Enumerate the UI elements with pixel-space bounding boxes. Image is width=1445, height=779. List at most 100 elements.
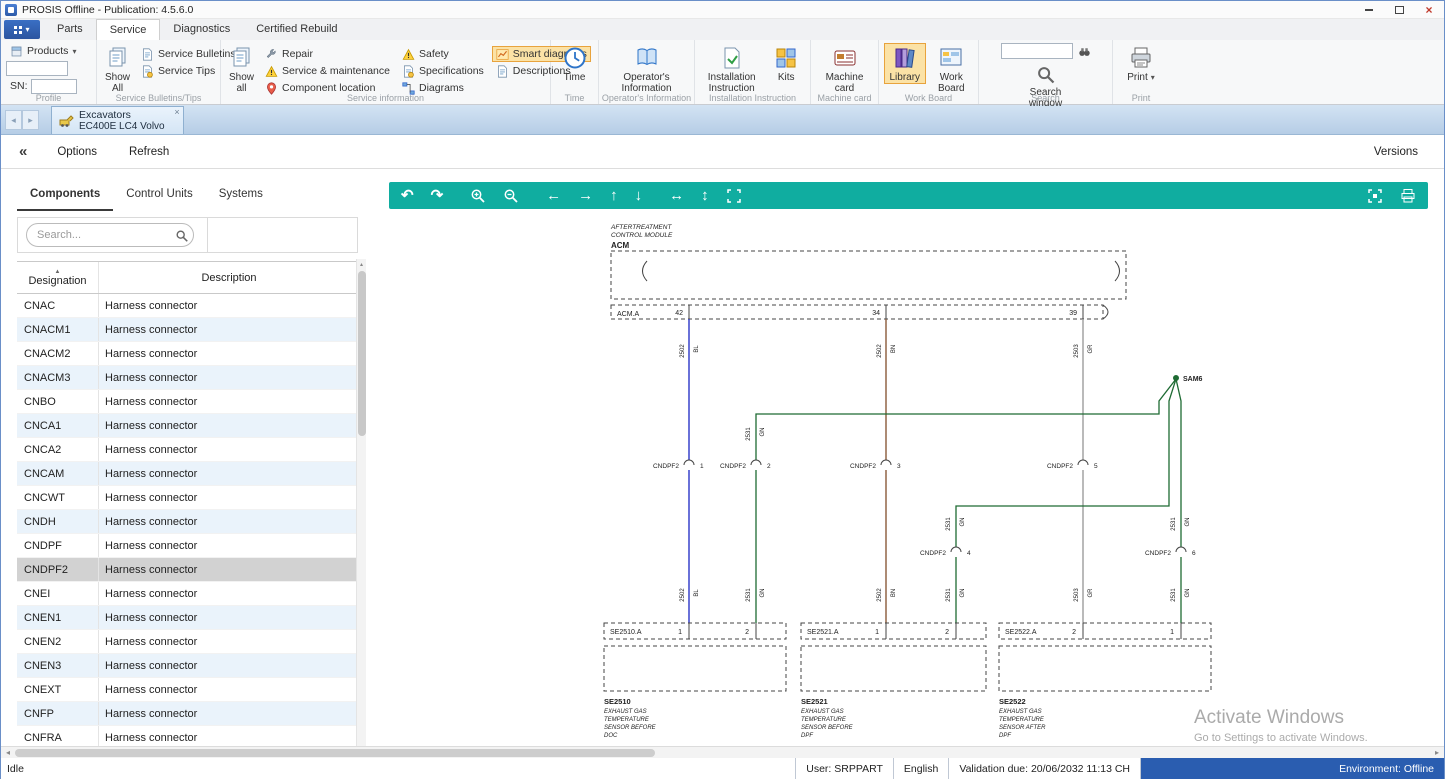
- table-row[interactable]: CNEI Harness connector: [17, 582, 359, 606]
- table-row[interactable]: CNFRA Harness connector: [17, 726, 359, 746]
- undo-button[interactable]: ↶: [401, 188, 414, 204]
- time-button[interactable]: Time: [560, 43, 590, 84]
- tab-close-icon[interactable]: ×: [174, 108, 179, 117]
- table-row[interactable]: CNFP Harness connector: [17, 702, 359, 726]
- collapse-panel-button[interactable]: «: [1, 143, 41, 160]
- table-row[interactable]: CNEN3 Harness connector: [17, 654, 359, 678]
- scrollbar-thumb[interactable]: [358, 271, 366, 436]
- minimize-button[interactable]: [1354, 2, 1384, 18]
- kits-button[interactable]: Kits: [767, 43, 805, 84]
- specifications-button[interactable]: Specifications: [398, 63, 488, 79]
- kits-icon: [774, 46, 798, 70]
- pan-left-button[interactable]: ←: [546, 188, 561, 204]
- module-acm[interactable]: AFTERTREATMENT CONTROL MODULE ACM ACM.A …: [610, 224, 1126, 319]
- profile-input[interactable]: [6, 61, 68, 76]
- doc-nav-forward-button[interactable]: ▸: [22, 110, 39, 130]
- tab-certified-rebuild[interactable]: Certified Rebuild: [243, 19, 350, 40]
- app-menu-button[interactable]: ▾: [4, 20, 40, 39]
- hscroll-thumb[interactable]: [15, 749, 655, 757]
- sn-input[interactable]: [31, 79, 77, 94]
- scroll-right-icon[interactable]: ▸: [1430, 748, 1444, 757]
- fit-all-button[interactable]: [726, 188, 742, 204]
- tab-components[interactable]: Components: [17, 188, 113, 211]
- products-icon: [10, 45, 23, 58]
- table-header[interactable]: ▲ Designation Description: [17, 261, 359, 294]
- table-row[interactable]: CNCA2 Harness connector: [17, 438, 359, 462]
- ribbon-group-service-information: Show all Repair Service & maintenance Co…: [221, 40, 551, 104]
- document-tab-excavators[interactable]: Excavators EC400E LC4 Volvo ×: [51, 106, 184, 134]
- tab-service[interactable]: Service: [96, 19, 161, 40]
- search-icon[interactable]: [175, 229, 189, 243]
- table-row[interactable]: CNEXT Harness connector: [17, 678, 359, 702]
- ribbon-search-input[interactable]: [1001, 43, 1073, 59]
- junction-sam6[interactable]: SAM6: [1173, 375, 1203, 383]
- connector-cndpf2-pin6[interactable]: CNDPF2 6: [1145, 547, 1196, 557]
- operators-information-button[interactable]: Operator's Information: [606, 43, 688, 95]
- show-all-service-info-button[interactable]: Show all: [226, 43, 257, 95]
- library-button[interactable]: Library: [884, 43, 926, 84]
- table-row[interactable]: CNDPF Harness connector: [17, 534, 359, 558]
- table-row[interactable]: CNEN1 Harness connector: [17, 606, 359, 630]
- fit-screen-button[interactable]: [1367, 188, 1383, 204]
- pan-up-button[interactable]: ↑: [610, 188, 618, 204]
- table-row[interactable]: CNDH Harness connector: [17, 510, 359, 534]
- table-row[interactable]: CNCAM Harness connector: [17, 462, 359, 486]
- print-button[interactable]: Print ▾: [1124, 43, 1158, 84]
- maximize-button[interactable]: [1384, 2, 1414, 18]
- connector-cndpf2-pin4[interactable]: CNDPF2 4: [920, 547, 971, 557]
- binoculars-icon[interactable]: [1078, 45, 1091, 58]
- connector-cndpf2-pin3[interactable]: CNDPF2 3: [850, 460, 901, 470]
- products-button[interactable]: Products ▾: [6, 43, 80, 59]
- table-row[interactable]: CNACM3 Harness connector: [17, 366, 359, 390]
- tab-parts[interactable]: Parts: [44, 19, 96, 40]
- search-input[interactable]: [26, 223, 194, 247]
- show-all-bulletins-button[interactable]: Show All: [102, 43, 133, 95]
- pan-down-button[interactable]: ↓: [635, 188, 643, 204]
- fit-height-button[interactable]: ↕: [701, 188, 709, 204]
- table-row[interactable]: CNCWT Harness connector: [17, 486, 359, 510]
- doc-nav-back-button[interactable]: ◂: [5, 110, 22, 130]
- zoom-in-button[interactable]: [470, 188, 486, 204]
- pan-right-button[interactable]: →: [578, 188, 593, 204]
- wire-2531-gn-a: [756, 379, 1176, 460]
- scroll-left-icon[interactable]: ◂: [1, 748, 15, 757]
- repair-button[interactable]: Repair: [261, 46, 394, 62]
- close-button[interactable]: ×: [1414, 2, 1444, 18]
- safety-button[interactable]: Safety: [398, 46, 488, 62]
- tab-systems[interactable]: Systems: [206, 188, 276, 211]
- fit-width-button[interactable]: ↔: [669, 188, 684, 204]
- horizontal-scrollbar[interactable]: ◂ ▸: [1, 746, 1444, 758]
- table-row[interactable]: CNBO Harness connector: [17, 390, 359, 414]
- table-row[interactable]: CNACM2 Harness connector: [17, 342, 359, 366]
- table-row[interactable]: CNAC Harness connector: [17, 294, 359, 318]
- table-row[interactable]: CNCA1 Harness connector: [17, 414, 359, 438]
- diagram-print-button[interactable]: [1400, 188, 1416, 204]
- column-description[interactable]: Description: [99, 272, 359, 284]
- service-maintenance-button[interactable]: Service & maintenance: [261, 63, 394, 79]
- fit-screen-icon: [1367, 188, 1383, 204]
- zoom-out-button[interactable]: [503, 188, 519, 204]
- refresh-button[interactable]: Refresh: [113, 146, 185, 158]
- connector-cndpf2-pin1[interactable]: CNDPF2 1: [653, 460, 704, 470]
- cell-designation: CNAC: [17, 294, 99, 317]
- vertical-scrollbar[interactable]: ▴: [356, 259, 366, 746]
- sensor-se2521[interactable]: SE2521.A 1 2 SE2521 EXHAUST GAS TEMPERAT…: [801, 623, 986, 739]
- column-designation[interactable]: ▲ Designation: [17, 262, 99, 293]
- installation-instruction-button[interactable]: Installation Instruction: [700, 43, 763, 95]
- tab-diagnostics[interactable]: Diagnostics: [160, 19, 243, 40]
- table-row[interactable]: CNACM1 Harness connector: [17, 318, 359, 342]
- connector-cndpf2-pin2[interactable]: CNDPF2 2: [720, 460, 771, 470]
- wiring-diagram[interactable]: AFTERTREATMENT CONTROL MODULE ACM ACM.A …: [389, 209, 1434, 746]
- work-board-button[interactable]: Work Board: [930, 43, 973, 95]
- redo-button[interactable]: ↷: [431, 188, 444, 204]
- versions-button[interactable]: Versions: [1374, 146, 1444, 158]
- tab-control-units[interactable]: Control Units: [113, 188, 205, 211]
- sensor-se2510[interactable]: SE2510.A 1 2 SE2510 EXHAUST GAS TEMPERAT…: [604, 623, 786, 739]
- table-row[interactable]: CNEN2 Harness connector: [17, 630, 359, 654]
- sensor-se2522[interactable]: SE2522.A 2 1 SE2522 EXHAUST GAS TEMPERAT…: [999, 623, 1211, 739]
- scroll-up-icon[interactable]: ▴: [360, 259, 363, 271]
- options-button[interactable]: Options: [41, 146, 113, 158]
- table-row[interactable]: CNDPF2 Harness connector: [17, 558, 359, 582]
- machine-card-button[interactable]: Machine card: [816, 43, 873, 95]
- connector-cndpf2-pin5[interactable]: CNDPF2 5: [1047, 460, 1098, 470]
